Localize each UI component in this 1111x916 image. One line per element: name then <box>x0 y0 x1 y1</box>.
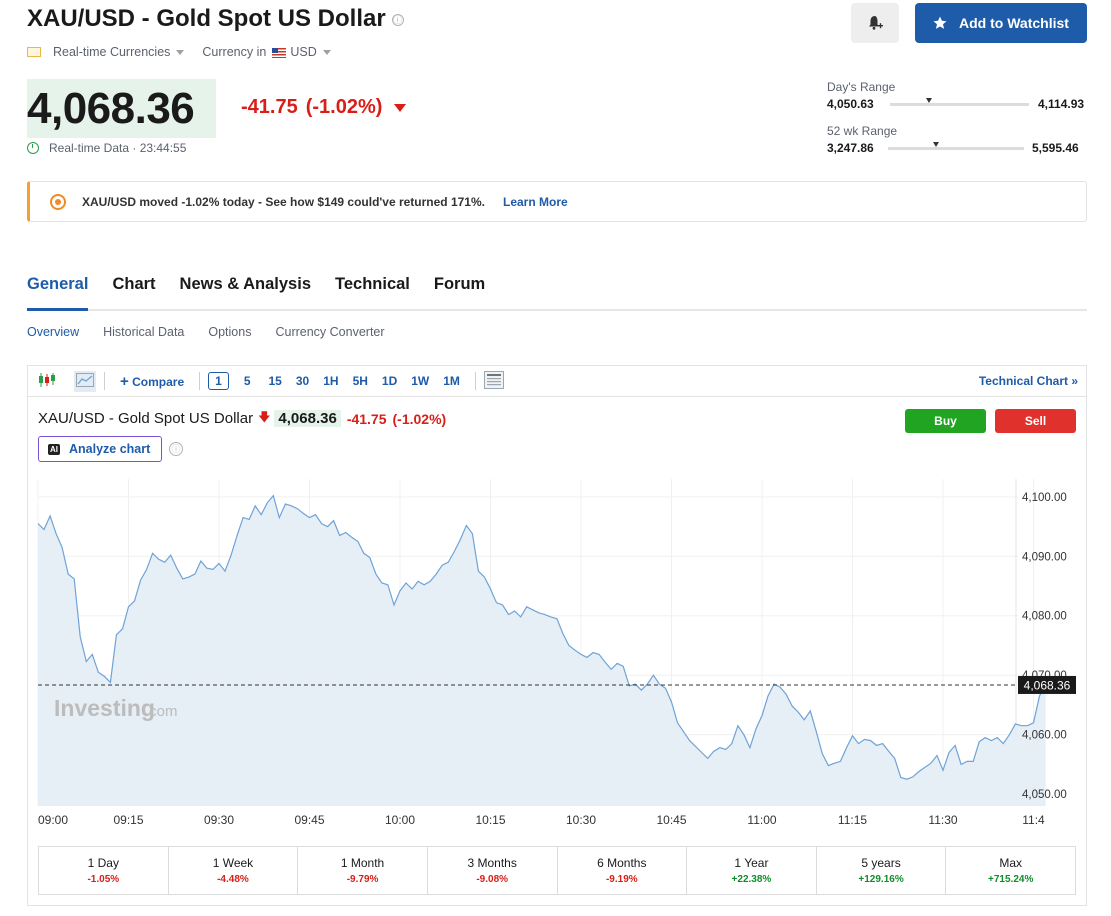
subtab-historical-data[interactable]: Historical Data <box>103 325 184 339</box>
tab-chart[interactable]: Chart <box>112 272 155 311</box>
category-dropdown[interactable]: Real-time Currencies <box>53 45 185 59</box>
currency-dropdown[interactable]: USD <box>266 45 331 59</box>
chart-panel: + Compare 1 5 15 30 1H 5H 1D 1W 1M Techn… <box>27 365 1087 906</box>
last-price: 4,068.36 <box>27 84 195 133</box>
y-tick-label: 4,080.00 <box>1022 611 1067 623</box>
tab-news-analysis[interactable]: News & Analysis <box>180 272 311 311</box>
days-range-marker <box>925 98 932 103</box>
x-tick-label: 09:45 <box>294 813 324 827</box>
performance-cell[interactable]: 1 Year +22.38% <box>687 847 817 894</box>
chevron-down-icon <box>322 50 331 56</box>
main-tabs: General Chart News & Analysis Technical … <box>27 272 1087 311</box>
currency-label: USD <box>290 45 317 59</box>
current-price-label: 4,068.36 <box>1024 678 1071 692</box>
page-title: XAU/USD - Gold Spot US Dollar ⓘ <box>27 5 404 33</box>
period-value: -9.19% <box>605 874 638 885</box>
currency-prefix: Currency in <box>202 45 267 59</box>
bell-plus-icon <box>869 16 883 30</box>
watermark-brand: Investing <box>54 695 155 721</box>
period-value: -4.48% <box>217 874 249 885</box>
currency-category-icon <box>27 47 41 57</box>
period-value: -9.08% <box>476 874 509 885</box>
performance-cell[interactable]: Max +715.24% <box>946 847 1075 894</box>
subtab-currency-converter[interactable]: Currency Converter <box>275 325 384 339</box>
period-value: -1.05% <box>87 874 120 885</box>
instrument-meta: Real-time Currencies Currency in USD <box>27 45 331 59</box>
period-label: 1 Week <box>212 856 254 870</box>
period-label: 1 Year <box>734 856 769 870</box>
period-label: Max <box>999 856 1023 870</box>
change-percent: (-1.02%) <box>305 96 383 118</box>
performance-cell[interactable]: 5 years +129.16% <box>817 847 947 894</box>
52wk-range-label: 52 wk Range <box>827 124 898 138</box>
y-tick-label: 4,100.00 <box>1022 492 1067 504</box>
add-to-watchlist-button[interactable]: Add to Watchlist <box>915 3 1087 43</box>
sub-tabs: Overview Historical Data Options Currenc… <box>27 325 385 339</box>
star-icon <box>933 16 947 29</box>
x-tick-label: 11:30 <box>928 813 957 827</box>
subtab-options[interactable]: Options <box>208 325 251 339</box>
performance-cell[interactable]: 6 Months -9.19% <box>558 847 688 894</box>
us-flag-icon <box>272 47 287 58</box>
chevron-down-icon <box>176 50 185 56</box>
52wk-range-marker <box>932 142 939 147</box>
days-range-bar <box>890 103 1029 106</box>
x-tick-label: 11:00 <box>747 813 776 827</box>
down-arrow-icon <box>394 103 407 112</box>
period-value: -9.79% <box>346 874 379 885</box>
period-value: +22.38% <box>731 874 772 885</box>
period-value: +129.16% <box>858 874 904 885</box>
52wk-range-low: 3,247.86 <box>827 141 874 155</box>
banner-text: XAU/USD moved -1.02% today - See how $14… <box>82 194 485 209</box>
price-chart[interactable]: Investing .com 4,100.00 4,090.00 4,080.00 4… <box>28 366 1086 846</box>
y-tick-label: 4,050.00 <box>1022 789 1067 801</box>
x-tick-label: 09:15 <box>113 813 143 827</box>
x-axis: 09:00 09:15 09:30 09:45 10:00 10:15 10:30 10:45… <box>38 813 1045 827</box>
performance-cell[interactable]: 1 Week -4.48% <box>169 847 299 894</box>
x-tick-label: 11:4 <box>1022 813 1045 827</box>
price-change: -41.75 (-1.02%) <box>241 96 407 119</box>
performance-cell[interactable]: 1 Day -1.05% <box>39 847 169 894</box>
performance-cell[interactable]: 3 Months -9.08% <box>428 847 558 894</box>
tab-technical[interactable]: Technical <box>335 272 410 311</box>
period-label: 5 years <box>861 856 901 870</box>
period-label: 1 Day <box>87 856 119 870</box>
days-range-low: 4,050.63 <box>827 97 874 111</box>
x-tick-label: 09:30 <box>204 813 234 827</box>
period-label: 1 Month <box>340 856 385 870</box>
category-label: Real-time Currencies <box>53 45 171 59</box>
days-range-label: Day's Range <box>827 80 896 94</box>
y-tick-label: 4,090.00 <box>1022 551 1067 563</box>
tab-forum[interactable]: Forum <box>434 272 485 311</box>
performance-strip: 1 Day -1.05% 1 Week -4.48% 1 Month -9.79% 3… <box>38 846 1076 895</box>
y-tick-label: 4,060.00 <box>1022 730 1067 742</box>
realtime-label: Real-time Data · 23:44:55 <box>49 141 187 155</box>
target-icon <box>50 193 66 210</box>
price-alert-button[interactable] <box>851 3 899 43</box>
period-label: 6 Months <box>597 856 647 870</box>
period-value: +715.24% <box>988 874 1034 885</box>
x-tick-label: 11:15 <box>838 813 867 827</box>
change-value: -41.75 <box>241 96 298 118</box>
52wk-range-bar <box>888 147 1024 150</box>
instrument-name: XAU/USD - Gold Spot US Dollar <box>27 5 386 32</box>
learn-more-link[interactable]: Learn More <box>503 195 568 209</box>
x-tick-label: 10:30 <box>566 813 596 827</box>
x-tick-label: 10:00 <box>385 813 415 827</box>
performance-cell[interactable]: 1 Month -9.79% <box>298 847 428 894</box>
x-tick-label: 10:45 <box>656 813 686 827</box>
promo-banner: XAU/USD moved -1.02% today - See how $14… <box>27 181 1087 222</box>
clock-icon <box>27 142 39 154</box>
x-tick-label: 10:15 <box>475 813 505 827</box>
days-range-high: 4,114.93 <box>1038 97 1085 111</box>
tab-general[interactable]: General <box>27 272 89 311</box>
watchlist-label: Add to Watchlist <box>959 15 1069 31</box>
subtab-overview[interactable]: Overview <box>27 325 79 339</box>
x-tick-label: 09:00 <box>38 813 68 827</box>
watermark-suffix: .com <box>145 703 178 720</box>
realtime-status: Real-time Data · 23:44:55 <box>27 141 186 155</box>
period-label: 3 Months <box>467 856 517 870</box>
info-icon[interactable]: ⓘ <box>391 13 404 26</box>
52wk-range-high: 5,595.46 <box>1032 141 1079 155</box>
